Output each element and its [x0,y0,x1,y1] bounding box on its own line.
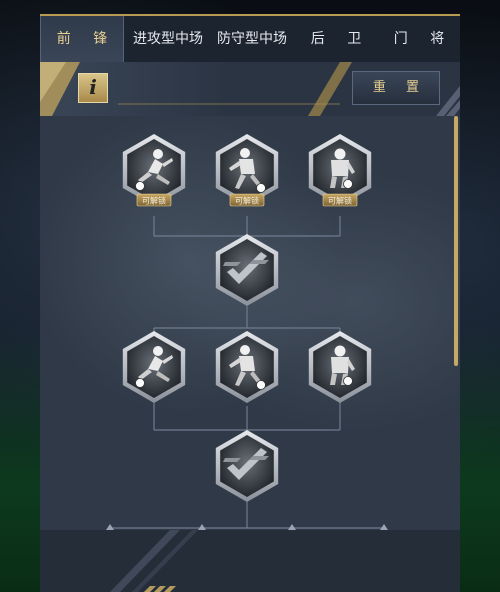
unlockable-badge-label: 可解锁 [235,196,259,206]
skill-tree-panel: 前 锋 进攻型中场 防守型中场 后 卫 门 将 i 重 置 可解锁 可解锁 可解… [40,14,460,592]
header-banner: i 重 置 [40,62,460,116]
tab-goalkeeper[interactable]: 门 将 [378,16,460,62]
tree-scrollbar[interactable] [454,116,458,366]
tab-defender[interactable]: 后 卫 [294,16,378,62]
skill-node[interactable]: 可解锁 [215,134,279,207]
skill-node[interactable]: 可解锁 [308,134,372,207]
skill-tree: 可解锁 可解锁 可解锁 [40,116,460,530]
skill-node[interactable] [308,331,372,403]
tab-attacking-midfield[interactable]: 进攻型中场 [126,16,210,62]
skill-node[interactable]: 可解锁 [122,134,186,207]
info-button[interactable]: i [78,73,108,103]
skill-hub-node[interactable] [215,430,279,502]
skill-node[interactable] [122,331,186,403]
unlockable-badge-label: 可解锁 [328,196,352,206]
footer-stripes [110,530,198,592]
skill-hub-node[interactable] [215,234,279,306]
skill-tree-canvas: 可解锁 可解锁 可解锁 [106,134,388,530]
tab-forward[interactable]: 前 锋 [40,16,124,62]
unlockable-badge-label: 可解锁 [142,196,166,206]
skill-node[interactable] [215,331,279,403]
tab-defensive-midfield[interactable]: 防守型中场 [210,16,294,62]
footer-area [40,530,460,592]
reset-button[interactable]: 重 置 [352,71,440,105]
position-tab-bar: 前 锋 进攻型中场 防守型中场 后 卫 门 将 [40,14,460,62]
